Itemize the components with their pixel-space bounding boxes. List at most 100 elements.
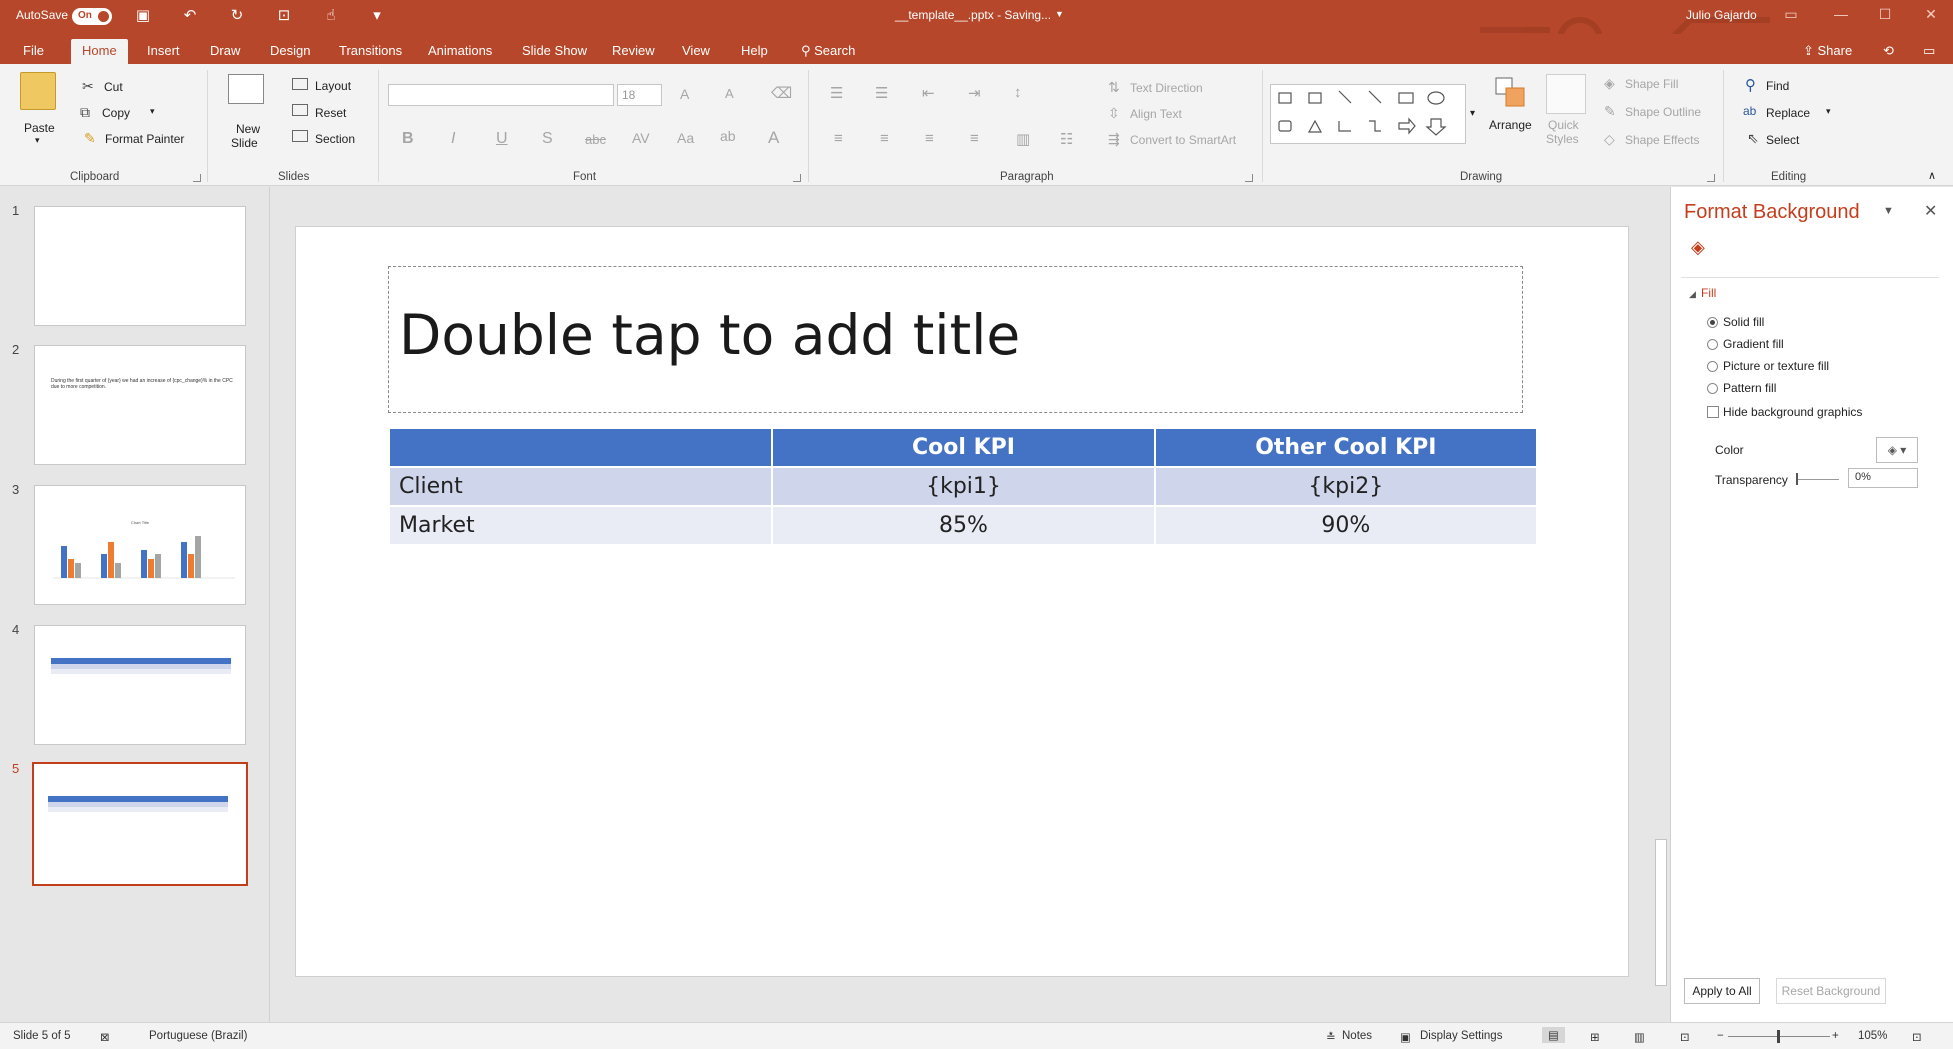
grow-font-icon[interactable]: A (680, 86, 689, 102)
strikethrough-icon[interactable]: abc (585, 132, 606, 147)
align-left-icon[interactable]: ≡ (834, 130, 843, 147)
align-right-icon[interactable]: ≡ (925, 130, 934, 147)
format-painter-button[interactable]: Format Painter (105, 132, 184, 146)
kpi-table[interactable]: Cool KPI Other Cool KPI Client {kpi1} {k… (387, 427, 1539, 546)
slide-sorter-icon[interactable]: ⊞ (1590, 1030, 1600, 1044)
bold-icon[interactable]: B (402, 130, 414, 148)
table-cell[interactable]: Market (387, 505, 774, 546)
tab-file[interactable]: File (12, 39, 55, 64)
picture-fill-radio[interactable] (1707, 361, 1718, 372)
tab-transitions[interactable]: Transitions (328, 39, 413, 64)
quick-styles-button-line2[interactable]: Styles (1546, 132, 1579, 146)
zoom-out-icon[interactable]: − (1717, 1030, 1724, 1042)
search-box[interactable]: ⚲ Search (790, 39, 866, 64)
slide-thumbnail-4[interactable] (34, 625, 246, 745)
solid-fill-radio[interactable] (1707, 317, 1718, 328)
display-settings-button[interactable]: Display Settings (1420, 1030, 1502, 1042)
tab-draw[interactable]: Draw (199, 39, 251, 64)
character-spacing-icon[interactable]: AV (632, 130, 650, 146)
customize-toolbar-icon[interactable]: ▾ (368, 7, 386, 25)
align-text-button[interactable]: Align Text (1130, 107, 1182, 121)
fill-section-label[interactable]: Fill (1701, 286, 1716, 300)
hide-graphics-label[interactable]: Hide background graphics (1723, 405, 1862, 419)
apply-to-all-button[interactable]: Apply to All (1684, 978, 1760, 1004)
layout-button[interactable]: Layout (315, 79, 351, 93)
gradient-fill-radio[interactable] (1707, 339, 1718, 350)
tab-slide-show[interactable]: Slide Show (511, 39, 598, 64)
paragraph-launcher-icon[interactable] (1245, 174, 1253, 182)
spell-check-icon[interactable]: ⊠ (100, 1030, 110, 1044)
cut-button[interactable]: Cut (104, 80, 123, 94)
shapes-more-icon[interactable]: ▾ (1470, 108, 1475, 119)
comments-icon[interactable]: ▭ (1912, 39, 1946, 64)
numbering-icon[interactable]: ☰ (875, 84, 888, 102)
table-cell[interactable]: {kpi2} (1153, 466, 1539, 507)
history-icon[interactable]: ⟲ (1872, 39, 1905, 64)
table-cell[interactable]: 85% (771, 505, 1156, 546)
shape-outline-button[interactable]: Shape Outline (1625, 105, 1701, 119)
decrease-indent-icon[interactable]: ⇤ (922, 84, 935, 102)
language-indicator[interactable]: Portuguese (Brazil) (149, 1030, 247, 1042)
autosave-toggle[interactable]: On (72, 8, 112, 25)
replace-button[interactable]: Replace (1766, 106, 1810, 120)
font-name-input[interactable] (388, 84, 614, 106)
table-cell[interactable]: Client (387, 466, 774, 507)
reset-button[interactable]: Reset (315, 106, 346, 120)
zoom-in-icon[interactable]: + (1832, 1030, 1839, 1042)
pattern-fill-radio[interactable] (1707, 383, 1718, 394)
solid-fill-label[interactable]: Solid fill (1723, 315, 1764, 329)
gradient-fill-label[interactable]: Gradient fill (1723, 337, 1784, 351)
fill-bucket-icon[interactable]: ◈ (1691, 237, 1705, 258)
hide-graphics-checkbox[interactable] (1707, 406, 1719, 418)
undo-icon[interactable]: ↶ (181, 7, 199, 25)
fit-slide-icon[interactable]: ⊡ (1912, 1030, 1922, 1044)
collapse-ribbon-icon[interactable]: ∧ (1928, 169, 1936, 182)
close-window-icon[interactable]: ✕ (1920, 6, 1942, 26)
transparency-slider[interactable] (1797, 479, 1839, 480)
line-spacing-icon[interactable]: ↕ (1014, 84, 1022, 101)
change-case-icon[interactable]: Aa (677, 130, 694, 146)
arrange-button[interactable]: Arrange (1489, 118, 1532, 132)
touch-mode-icon[interactable]: ☝ (322, 7, 340, 25)
shape-effects-button[interactable]: Shape Effects (1625, 133, 1700, 147)
tab-view[interactable]: View (671, 39, 721, 64)
scrollbar-thumb[interactable] (1655, 839, 1667, 986)
notes-button[interactable]: Notes (1342, 1030, 1372, 1042)
columns-icon[interactable]: ▥ (1016, 130, 1030, 148)
font-size-input[interactable]: 18 (617, 84, 662, 106)
maximize-icon[interactable]: ☐ (1874, 6, 1896, 26)
distribute-icon[interactable]: ☷ (1060, 130, 1073, 148)
slide-thumbnail-1[interactable] (34, 206, 246, 326)
color-picker-button[interactable]: ◈ ▾ (1876, 437, 1918, 463)
replace-chevron-icon[interactable]: ▾ (1826, 106, 1831, 117)
transparency-input[interactable]: 0% (1848, 468, 1918, 488)
table-header-cell[interactable]: Other Cool KPI (1153, 427, 1539, 468)
tab-insert[interactable]: Insert (136, 39, 191, 64)
bullets-icon[interactable]: ☰ (830, 84, 843, 102)
present-icon[interactable]: ⊡ (275, 7, 293, 25)
font-color-icon[interactable]: A (768, 128, 779, 148)
pattern-fill-label[interactable]: Pattern fill (1723, 381, 1776, 395)
italic-icon[interactable]: I (451, 130, 455, 148)
vertical-scrollbar[interactable] (1653, 187, 1669, 1022)
shape-fill-button[interactable]: Shape Fill (1625, 77, 1678, 91)
paste-button[interactable]: Paste (24, 121, 55, 135)
normal-view-icon[interactable]: ▤ (1542, 1027, 1565, 1043)
highlight-icon[interactable]: ab (720, 128, 736, 144)
close-pane-icon[interactable]: ✕ (1924, 201, 1937, 221)
slide-thumbnail-5[interactable] (32, 762, 248, 886)
reset-background-button[interactable]: Reset Background (1776, 978, 1886, 1004)
find-button[interactable]: Find (1766, 79, 1789, 93)
save-icon[interactable]: ▣ (134, 7, 152, 25)
collapse-fill-icon[interactable]: ◢ (1689, 289, 1696, 300)
shadow-icon[interactable]: S (542, 130, 553, 148)
shapes-gallery[interactable] (1270, 84, 1466, 144)
title-placeholder[interactable]: Double tap to add title (388, 266, 1523, 413)
quick-styles-button[interactable]: Quick (1548, 118, 1579, 132)
share-button[interactable]: ⇪ Share (1792, 39, 1863, 64)
text-direction-button[interactable]: Text Direction (1130, 81, 1203, 95)
copy-chevron-icon[interactable]: ▾ (150, 106, 155, 117)
pane-options-chevron-icon[interactable]: ▼ (1883, 205, 1894, 217)
reading-view-icon[interactable]: ▥ (1634, 1030, 1645, 1044)
drawing-launcher-icon[interactable] (1707, 174, 1715, 182)
